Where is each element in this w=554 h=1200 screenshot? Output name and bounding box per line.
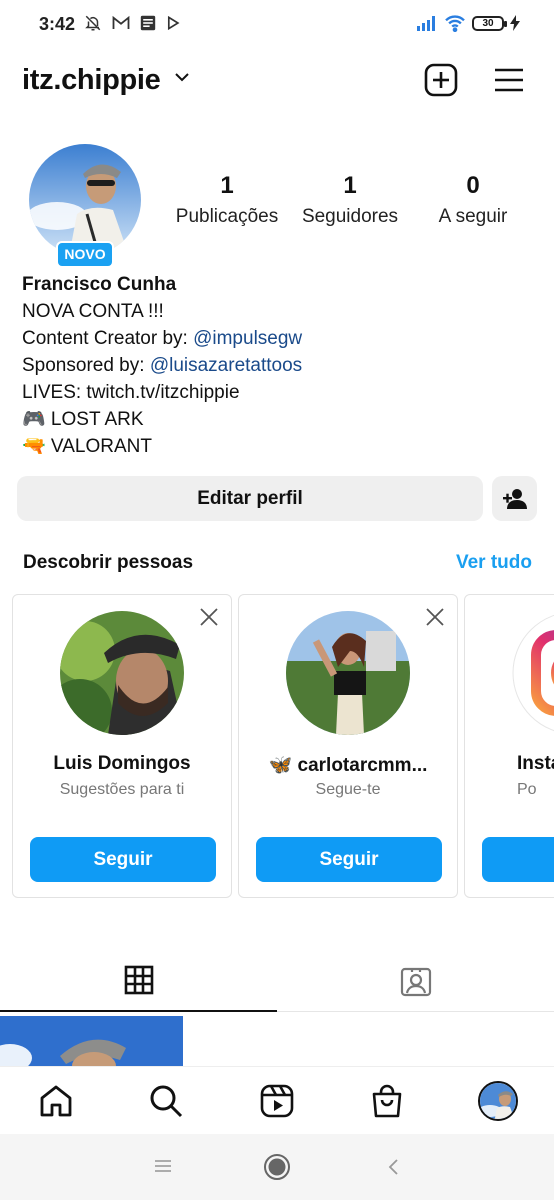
back-icon[interactable] [388, 1159, 400, 1175]
suggestion-card[interactable]: Luis Domingos Sugestões para ti Seguir [12, 594, 232, 898]
profile-header: itz.chippie [0, 56, 554, 106]
nav-profile[interactable] [478, 1081, 518, 1121]
status-icons-right: 30 [416, 14, 520, 32]
tagged-person-icon [400, 967, 431, 997]
bio-line: 🔫 VALORANT [22, 436, 152, 457]
profile-tabs [0, 950, 554, 1012]
suggestion-name[interactable]: Insta [465, 753, 554, 775]
suggestion-name[interactable]: Luis Domingos [13, 753, 231, 775]
nav-shop[interactable] [367, 1081, 407, 1121]
suggestion-subtitle: Po [517, 781, 537, 798]
status-time: 3:42 [39, 14, 76, 34]
close-icon[interactable] [199, 607, 219, 627]
avatar [29, 144, 141, 256]
stat-following-label: A seguir [438, 206, 508, 227]
bio-mention-link[interactable]: @luisazaretattoos [150, 355, 302, 376]
post-thumbnail[interactable] [0, 1016, 183, 1068]
home-icon [40, 1085, 72, 1117]
new-post-icon[interactable] [424, 63, 458, 97]
nav-home[interactable] [36, 1081, 76, 1121]
shopping-bag-icon [372, 1084, 402, 1118]
signal-icon [417, 16, 435, 31]
avatar [478, 1081, 518, 1121]
avatar-photo [29, 144, 141, 256]
stat-posts[interactable]: 1 Publicações [157, 172, 297, 228]
stat-followers[interactable]: 1 Seguidores [280, 172, 420, 228]
stat-followers-value: 1 [343, 172, 357, 199]
search-icon [150, 1085, 183, 1118]
profile-avatar-small [480, 1083, 516, 1119]
suggestion-avatar[interactable] [512, 611, 554, 735]
play-icon [167, 16, 180, 30]
stat-posts-label: Publicações [175, 206, 279, 227]
suggestion-avatar[interactable] [286, 611, 410, 735]
follow-button[interactable]: Seguir [256, 837, 442, 882]
suggestion-card[interactable]: Insta Po S [464, 594, 554, 898]
wifi-icon [445, 15, 465, 32]
stat-following[interactable]: 0 A seguir [403, 172, 543, 228]
edit-profile-button[interactable]: Editar perfil [17, 476, 483, 521]
recents-icon[interactable] [155, 1159, 171, 1173]
suggestion-name[interactable]: 🦋 carlotarcmm... [239, 753, 457, 777]
gmail-icon [112, 15, 130, 29]
suggestion-subtitle: Segue-te [315, 781, 381, 798]
profile-name: Francisco Cunha [22, 274, 177, 295]
menu-icon[interactable] [494, 67, 524, 93]
bio-text: Content Creator by: [22, 328, 194, 349]
bio-line: LIVES: twitch.tv/itzchippie [22, 382, 240, 403]
see-all-link[interactable]: Ver tudo [456, 552, 532, 574]
battery-icon: 30 [472, 15, 507, 31]
profile-bio: Francisco Cunha NOVA CONTA !!! Content C… [22, 271, 302, 460]
grid-icon [124, 965, 153, 995]
bio-line: Sponsored by: @luisazaretattoos [22, 352, 302, 379]
home-button-icon[interactable] [263, 1153, 291, 1181]
stat-following-value: 0 [466, 172, 480, 199]
bio-mention-link[interactable]: @impulsegw [193, 328, 302, 349]
nav-search[interactable] [146, 1081, 186, 1121]
charging-icon [510, 15, 520, 31]
instagram-logo-icon [512, 611, 554, 735]
suggestion-subtitle: Sugestões para ti [59, 781, 185, 798]
news-icon [140, 15, 156, 31]
profile-avatar[interactable] [29, 144, 141, 256]
suggestion-photo [60, 611, 184, 735]
status-icons-left [84, 14, 180, 32]
new-badge: NOVO [56, 241, 114, 268]
reels-icon [260, 1084, 294, 1118]
system-navigation-bar [0, 1134, 554, 1200]
bio-line: Content Creator by: @impulsegw [22, 325, 302, 352]
tab-posts-grid[interactable] [0, 950, 277, 1012]
suggestions-carousel[interactable]: Luis Domingos Sugestões para ti Seguir 🦋… [12, 594, 554, 898]
follow-button[interactable]: Seguir [30, 837, 216, 882]
suggestion-photo [286, 611, 410, 735]
bio-line: NOVA CONTA !!! [22, 301, 164, 322]
bio-text: Sponsored by: [22, 355, 150, 376]
stat-followers-label: Seguidores [301, 206, 399, 227]
chevron-down-icon[interactable] [173, 70, 191, 84]
post-photo [0, 1016, 183, 1068]
bottom-navigation [0, 1066, 554, 1134]
add-user-icon [502, 488, 527, 509]
discover-title: Descobrir pessoas [23, 552, 194, 573]
close-icon[interactable] [425, 607, 445, 627]
follow-button[interactable]: S [482, 837, 554, 882]
status-bar: 3:42 30 [0, 0, 554, 50]
tab-tagged[interactable] [277, 950, 554, 1012]
discover-people-button[interactable] [492, 476, 537, 521]
bio-line: 🎮 LOST ARK [22, 409, 144, 430]
suggestion-avatar[interactable] [60, 611, 184, 735]
nav-reels[interactable] [257, 1081, 297, 1121]
username-title[interactable]: itz.chippie [22, 64, 161, 97]
bell-off-icon [85, 15, 101, 31]
stat-posts-value: 1 [220, 172, 234, 199]
suggestion-card[interactable]: 🦋 carlotarcmm... Segue-te Seguir [238, 594, 458, 898]
